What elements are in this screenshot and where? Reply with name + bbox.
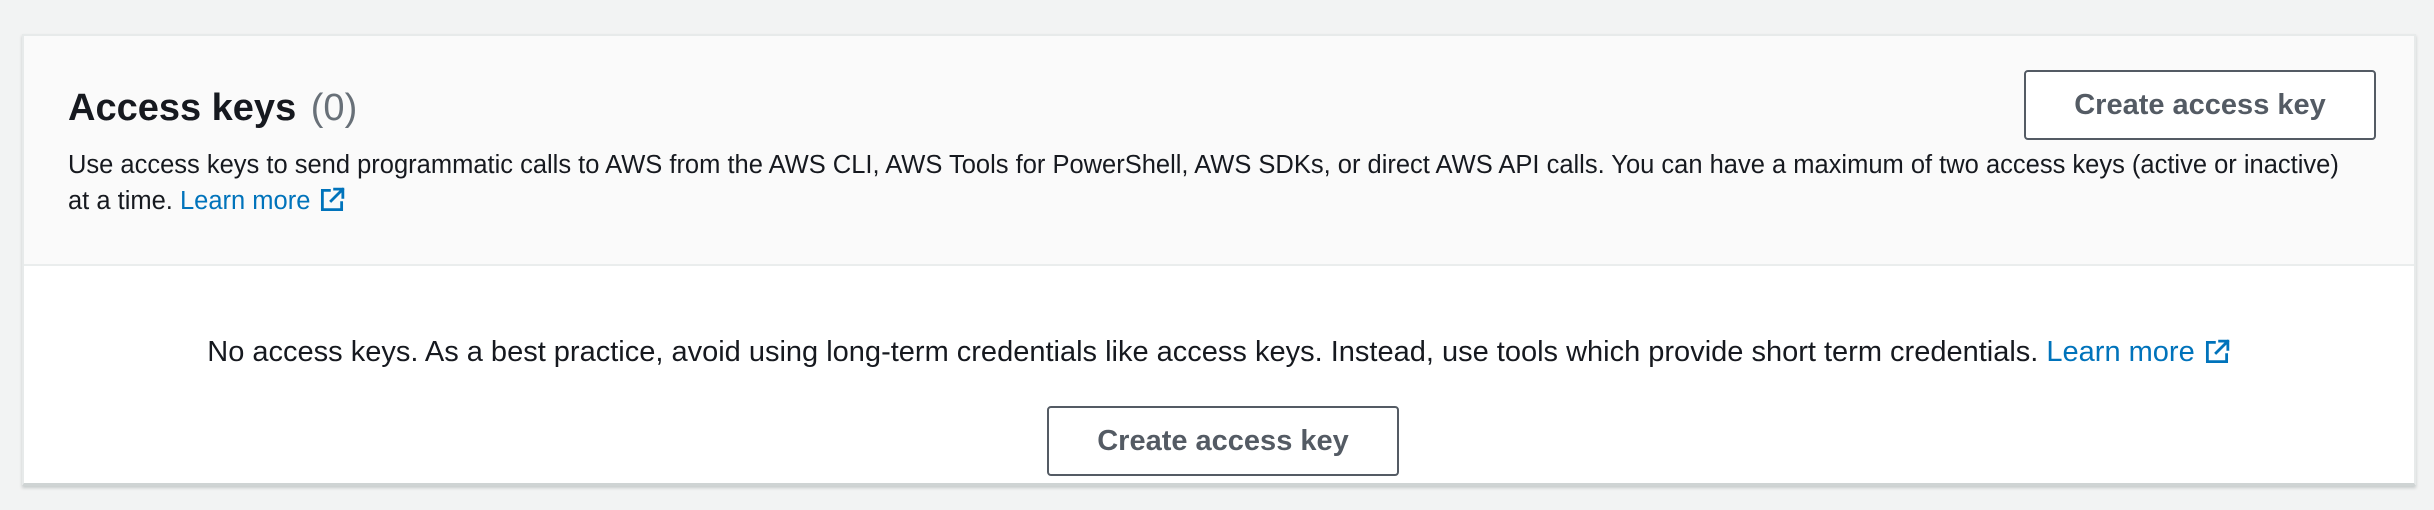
header-learn-more-label: Learn more: [179, 187, 311, 215]
empty-state-learn-more-link[interactable]: Learn more: [2046, 336, 2230, 368]
external-link-icon: [321, 187, 345, 212]
empty-state-create-access-key-button[interactable]: Create access key: [1047, 406, 1399, 476]
access-key-count: (0): [310, 87, 358, 129]
empty-state-text: No access keys. As a best practice, avoi…: [207, 336, 2039, 368]
access-keys-panel: Access keys (0) Use access keys to send …: [22, 34, 2416, 486]
create-access-key-button[interactable]: Create access key: [2024, 70, 2376, 140]
panel-description: Use access keys to send programmatic cal…: [68, 147, 2358, 219]
empty-state-learn-more-label: Learn more: [2046, 336, 2195, 368]
panel-title-text: Access keys: [68, 87, 297, 129]
header-learn-more-link[interactable]: Learn more: [180, 187, 346, 215]
external-link-icon: [2205, 339, 2230, 364]
description-text: Use access keys to send programmatic cal…: [68, 151, 2339, 215]
panel-title: Access keys (0): [68, 80, 357, 136]
panel-header: Access keys (0) Use access keys to send …: [24, 36, 2414, 266]
empty-state: No access keys. As a best practice, avoi…: [24, 266, 2414, 486]
empty-state-message: No access keys. As a best practice, avoi…: [24, 332, 2414, 372]
